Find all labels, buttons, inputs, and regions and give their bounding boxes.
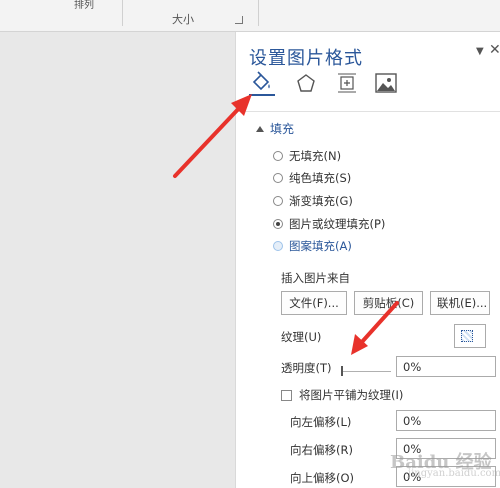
offset-right-label: 向右偏移(R) <box>290 443 353 457</box>
insert-from-label: 插入图片来自 <box>281 271 350 285</box>
pane-title: 设置图片格式 <box>249 48 363 69</box>
collapse-triangle-icon <box>256 125 264 132</box>
online-button[interactable]: 联机(E)... <box>430 291 490 315</box>
tile-picture-option[interactable]: 将图片平铺为纹理(I) <box>281 387 403 403</box>
transparency-input[interactable]: 0% <box>396 356 496 377</box>
radio-button[interactable] <box>273 173 283 183</box>
tile-checkbox-label: 将图片平铺为纹理(I) <box>299 388 404 402</box>
offset-left-input[interactable]: 0% <box>396 410 496 431</box>
radio-label: 纯色填充(S) <box>289 171 352 185</box>
radio-label: 无填充(N) <box>289 149 342 163</box>
texture-label: 纹理(U) <box>281 330 322 344</box>
offset-left-label: 向左偏移(L) <box>290 415 352 429</box>
radio-button[interactable] <box>273 241 283 251</box>
tile-checkbox[interactable] <box>281 389 292 401</box>
transparency-label: 透明度(T) <box>281 361 332 375</box>
tab-picture[interactable] <box>373 70 399 96</box>
radio-label: 图片或纹理填充(P) <box>289 217 386 231</box>
tab-size-properties[interactable] <box>334 70 360 96</box>
tab-effects[interactable] <box>293 70 319 96</box>
tab-fill-line[interactable] <box>249 70 275 96</box>
dialog-launcher-icon[interactable] <box>235 16 243 24</box>
radio-solid-fill[interactable]: 纯色填充(S) <box>273 170 351 186</box>
document-area <box>0 32 235 488</box>
pane-tabs <box>249 70 449 100</box>
size-layout-icon <box>338 73 356 93</box>
file-button[interactable]: 文件(F)... <box>281 291 347 315</box>
ribbon-group-label-size: 大小 <box>172 13 194 26</box>
close-icon[interactable]: ✕ <box>489 42 500 58</box>
format-picture-pane: 设置图片格式 ▼ ✕ 填充 无填充(N) 纯色填充(S) 渐变填充(G) 图片或… <box>235 32 500 488</box>
pentagon-icon <box>297 74 315 92</box>
tab-divider <box>236 111 500 112</box>
texture-swatch-icon <box>461 330 473 342</box>
radio-pattern-fill[interactable]: 图案填充(A) <box>273 238 352 254</box>
watermark-logo: Baidu 经验 jingyan.baidu.com <box>380 440 500 488</box>
paint-bucket-icon <box>252 71 270 91</box>
ribbon-group-label-arrange: 排列 <box>74 0 94 11</box>
picture-icon <box>375 73 397 93</box>
fill-section-title: 填充 <box>270 122 295 136</box>
offset-top-label: 向上偏移(O) <box>290 471 355 485</box>
radio-picture-texture-fill[interactable]: 图片或纹理填充(P) <box>273 216 385 232</box>
ribbon-bar: 排列 大小 <box>0 0 500 32</box>
slider-thumb[interactable] <box>341 366 343 376</box>
slider-track <box>341 371 391 372</box>
radio-button[interactable] <box>273 196 283 206</box>
radio-label: 渐变填充(G) <box>289 194 353 208</box>
pane-options-icon[interactable]: ▼ <box>476 46 484 57</box>
texture-picker[interactable] <box>454 324 486 348</box>
radio-button-checked[interactable] <box>273 219 283 229</box>
radio-button[interactable] <box>273 151 283 161</box>
ribbon-separator <box>258 0 259 26</box>
radio-gradient-fill[interactable]: 渐变填充(G) <box>273 193 353 209</box>
ribbon-separator <box>122 0 123 26</box>
radio-no-fill[interactable]: 无填充(N) <box>273 148 341 164</box>
radio-label: 图案填充(A) <box>289 239 352 253</box>
transparency-slider[interactable] <box>341 365 391 377</box>
fill-section-header[interactable]: 填充 <box>256 120 294 137</box>
clipboard-button[interactable]: 剪贴板(C) <box>354 291 423 315</box>
watermark-url: jingyan.baidu.com <box>408 468 500 479</box>
